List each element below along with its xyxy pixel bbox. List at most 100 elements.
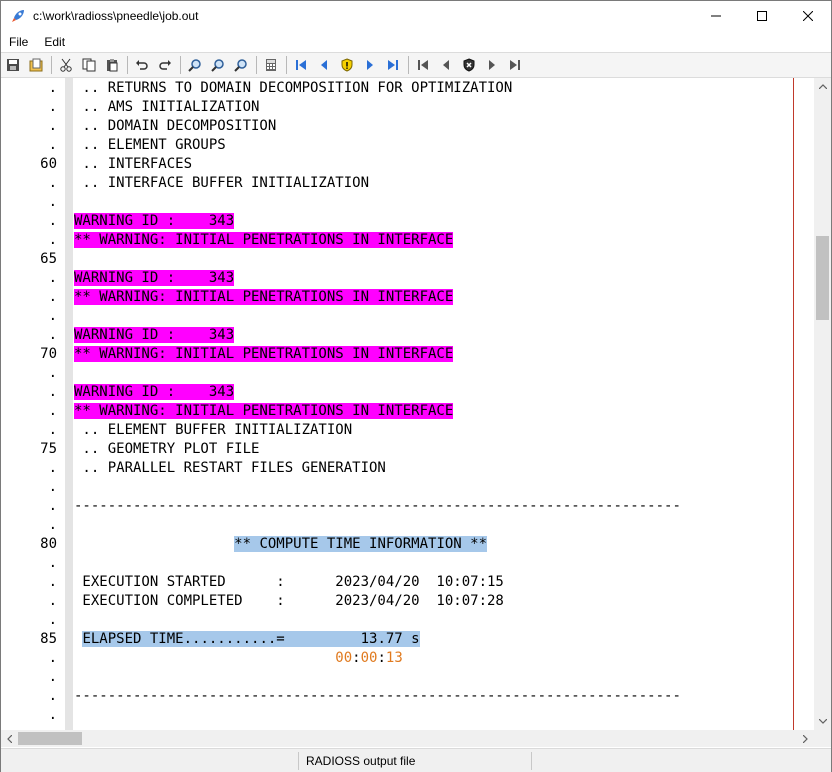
warning-filter-button[interactable]: [337, 55, 357, 75]
line-number-gutter: .... 60.... 65.... 70.... 75.... 80.... 85....…: [1, 78, 65, 730]
open-icon: [29, 58, 43, 72]
scroll-right-button[interactable]: [797, 730, 814, 747]
line-number: .: [48, 80, 57, 96]
highlighted-text: ELAPSED TIME...........= 13.77 s: [82, 631, 420, 647]
line-text: EXECUTION STARTED : 2023/04/20 10:07:15: [74, 574, 504, 590]
redo-button[interactable]: [155, 55, 175, 75]
find-next-button[interactable]: [208, 55, 228, 75]
text-line: ELAPSED TIME...........= 13.77 s: [74, 630, 420, 649]
text-line: .. RETURNS TO DOMAIN DECOMPOSITION FOR O…: [74, 79, 512, 98]
line-number: .: [48, 460, 57, 476]
warning-text: ** WARNING: INITIAL PENETRATIONS IN INTE…: [74, 346, 454, 362]
horizontal-scrollbar[interactable]: [1, 730, 814, 747]
line-number: .: [48, 574, 57, 590]
next-error-button[interactable]: [482, 55, 502, 75]
text-line: .. GEOMETRY PLOT FILE: [74, 440, 259, 459]
next-arrow-icon: [367, 60, 373, 70]
scroll-down-button[interactable]: [814, 713, 831, 730]
line-text: .. RETURNS TO DOMAIN DECOMPOSITION FOR O…: [74, 80, 513, 96]
last-error-button[interactable]: [505, 55, 525, 75]
line-number: .: [48, 99, 57, 115]
first-error-button[interactable]: [413, 55, 433, 75]
copy-button[interactable]: [79, 55, 99, 75]
save-icon: [7, 59, 19, 71]
text-line: WARNING ID : 343: [74, 326, 235, 345]
line-number: .: [48, 118, 57, 134]
line-number: .: [48, 137, 57, 153]
text-editor[interactable]: .... 60.... 65.... 70.... 75.... 80.... 85....…: [1, 78, 814, 730]
line-number: .: [48, 498, 57, 514]
line-number: .: [48, 593, 57, 609]
next-warning-button[interactable]: [360, 55, 380, 75]
text-line: .. INTERFACES: [74, 155, 192, 174]
line-number: .: [48, 384, 57, 400]
shield-error-icon: [463, 58, 475, 72]
undo-button[interactable]: [132, 55, 152, 75]
minimize-icon: [711, 15, 721, 17]
clock-separator: :: [352, 650, 361, 666]
close-button[interactable]: [785, 1, 831, 31]
edge-line: [793, 78, 794, 730]
first-warning-button[interactable]: [291, 55, 311, 75]
save-button[interactable]: [3, 55, 23, 75]
scroll-left-button[interactable]: [1, 730, 18, 747]
title-bar[interactable]: c:\work\radioss\pneedle\job.out: [1, 1, 831, 31]
toolbar: [1, 52, 831, 78]
line-number: .: [48, 517, 57, 533]
highlighted-text: ** COMPUTE TIME INFORMATION **: [234, 536, 488, 552]
cut-button[interactable]: [56, 55, 76, 75]
warning-text: WARNING ID : 343: [74, 213, 235, 229]
line-text: EXECUTION COMPLETED : 2023/04/20 10:07:2…: [74, 593, 504, 609]
menu-file[interactable]: File: [1, 35, 36, 49]
calculator-button[interactable]: [261, 55, 281, 75]
line-number: .: [48, 213, 57, 229]
maximize-button[interactable]: [739, 1, 785, 31]
minimize-button[interactable]: [693, 1, 739, 31]
line-number: 70: [40, 346, 57, 362]
maximize-icon: [757, 11, 767, 21]
fold-margin: [65, 78, 73, 730]
open-button[interactable]: [26, 55, 46, 75]
text-line: .. PARALLEL RESTART FILES GENERATION: [74, 459, 385, 478]
text-line: ----------------------------------------…: [74, 497, 681, 516]
last-arrow-icon: [510, 60, 520, 70]
warning-text: WARNING ID : 343: [74, 384, 235, 400]
horizontal-scroll-thumb[interactable]: [18, 732, 82, 745]
prev-arrow-icon: [443, 60, 449, 70]
line-text: .. INTERFACES: [74, 156, 193, 172]
error-filter-button[interactable]: [459, 55, 479, 75]
line-number: .: [48, 612, 57, 628]
chevron-down-icon: [818, 719, 827, 724]
scroll-up-button[interactable]: [814, 78, 831, 95]
line-number: .: [48, 403, 57, 419]
replace-button[interactable]: [231, 55, 251, 75]
line-text: ----------------------------------------…: [74, 688, 681, 704]
paste-icon: [107, 59, 118, 72]
line-text: .. DOMAIN DECOMPOSITION: [74, 118, 277, 134]
undo-icon: [136, 60, 148, 70]
paste-button[interactable]: [102, 55, 122, 75]
text-line: .. INTERFACE BUFFER INITIALIZATION: [74, 174, 369, 193]
vertical-scroll-thumb[interactable]: [816, 236, 829, 320]
magnifier-icon: [211, 59, 224, 72]
last-warning-button[interactable]: [383, 55, 403, 75]
menu-edit[interactable]: Edit: [36, 35, 73, 49]
prev-error-button[interactable]: [436, 55, 456, 75]
last-arrow-icon: [388, 60, 398, 70]
line-number: .: [48, 422, 57, 438]
vertical-scrollbar[interactable]: [814, 78, 831, 730]
magnifier-icon: [234, 59, 247, 72]
status-text: RADIOSS output file: [306, 754, 416, 768]
text-line: ** WARNING: INITIAL PENETRATIONS IN INTE…: [74, 231, 454, 250]
warning-text: ** WARNING: INITIAL PENETRATIONS IN INTE…: [74, 232, 454, 248]
line-number: .: [48, 270, 57, 286]
find-button[interactable]: [185, 55, 205, 75]
warning-text: ** WARNING: INITIAL PENETRATIONS IN INTE…: [74, 403, 454, 419]
line-number: .: [48, 707, 57, 723]
elapsed-seconds: 13: [385, 650, 403, 666]
prev-warning-button[interactable]: [314, 55, 334, 75]
line-number: .: [48, 365, 57, 381]
line-number: 80: [40, 536, 57, 552]
line-text: .. ELEMENT GROUPS: [74, 137, 226, 153]
shield-warning-icon: [341, 58, 353, 72]
